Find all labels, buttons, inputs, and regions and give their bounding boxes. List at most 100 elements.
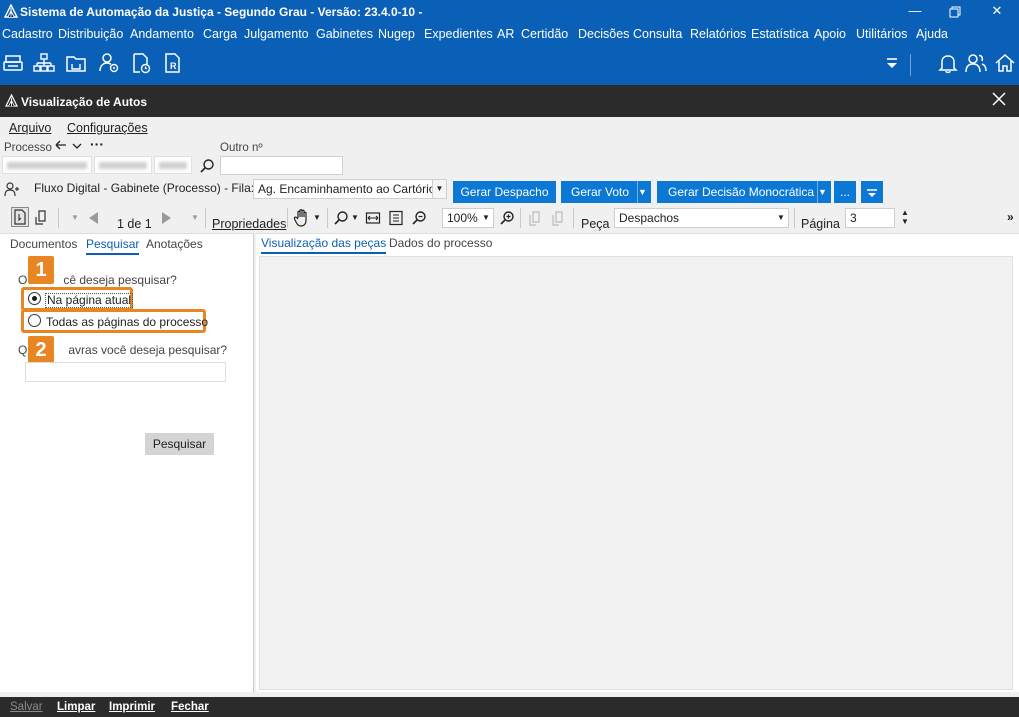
chevron-down-icon[interactable]: ▼	[432, 180, 446, 198]
peca-select[interactable]: Despachos ▼	[614, 208, 789, 228]
menu-carga[interactable]: Carga	[203, 27, 237, 41]
pagina-input[interactable]: 3	[845, 208, 895, 228]
zoom-in-icon[interactable]	[499, 210, 515, 226]
pesquisar-button[interactable]: Pesquisar	[145, 433, 214, 455]
propriedades-button[interactable]: Propriedades	[212, 217, 286, 231]
folder-inbox-icon[interactable]	[65, 52, 87, 74]
fechar-button[interactable]: Fechar	[171, 701, 209, 713]
org-chart-icon[interactable]	[33, 52, 55, 74]
processo-label: Processo	[4, 142, 52, 154]
fit-page-icon[interactable]	[388, 210, 404, 226]
menu-certidao[interactable]: Certidão	[521, 27, 568, 41]
fila-value: Ag. Encaminhamento ao Cartório	[258, 182, 436, 196]
gerar-despacho-button[interactable]: Gerar Despacho	[453, 181, 556, 203]
peca-label: Peça	[581, 217, 610, 231]
tab-documentos[interactable]: Documentos	[10, 237, 77, 251]
peca-value: Despachos	[619, 211, 680, 225]
document-viewer[interactable]	[259, 256, 1013, 690]
chevron-down-icon[interactable]: ▼	[774, 209, 788, 227]
radio-current-page-label[interactable]: Na página atual	[45, 293, 134, 308]
zoom-out-icon[interactable]	[411, 210, 427, 226]
notification-bell-icon[interactable]	[937, 52, 959, 74]
close-icon[interactable]: ✕	[977, 0, 1017, 24]
radio-all-pages-label[interactable]: Todas as páginas do processo	[46, 315, 208, 329]
menu-nugep[interactable]: Nugep	[378, 27, 415, 41]
gerar-decisao-dropdown-icon[interactable]: ▼	[817, 181, 831, 203]
gerar-voto-dropdown-icon[interactable]: ▼	[637, 181, 651, 203]
minimize-icon[interactable]: —	[895, 0, 935, 24]
tab-pesquisar[interactable]: Pesquisar	[86, 237, 140, 255]
menu-relatorios[interactable]: Relatórios	[690, 27, 746, 41]
menu-estatistica[interactable]: Estatística	[751, 27, 809, 41]
dropdown-menu-icon[interactable]	[883, 54, 901, 72]
back-arrow-icon[interactable]	[54, 140, 68, 152]
next-page-icon[interactable]	[158, 210, 174, 226]
fila-select[interactable]: Ag. Encaminhamento ao Cartório ▼	[253, 179, 447, 199]
menu-distribuicao[interactable]: Distribuição	[58, 27, 123, 41]
outro-numero-input[interactable]	[220, 156, 343, 175]
processo-number-field-3[interactable]	[154, 156, 192, 174]
menu-consulta[interactable]: Consulta	[633, 27, 682, 41]
hand-tool-icon[interactable]	[293, 208, 311, 228]
search-icon[interactable]	[199, 158, 215, 174]
select-page-tool[interactable]	[11, 207, 29, 227]
chevron-down-icon[interactable]: ▼	[479, 209, 493, 227]
search-words-input[interactable]	[25, 362, 226, 382]
printer-icon[interactable]	[2, 52, 24, 74]
imprimir-button[interactable]: Imprimir	[109, 701, 155, 713]
chevron-down-icon: ▼	[71, 213, 79, 222]
more-options-icon[interactable]: ···	[90, 136, 104, 152]
menu-cadastro[interactable]: Cadastro	[2, 27, 53, 41]
menu-expedientes[interactable]: Expedientes	[424, 27, 493, 41]
tab-anotacoes[interactable]: Anotações	[146, 237, 203, 251]
gerar-decisao-label: Gerar Decisão Monocrática	[668, 185, 815, 199]
menu-decisoes[interactable]: Decisões	[578, 27, 629, 41]
collapse-button[interactable]	[861, 181, 883, 203]
menu-arquivo[interactable]: Arquivo	[9, 121, 51, 135]
more-actions-button[interactable]: ...	[834, 181, 856, 203]
zoom-select[interactable]: 100% ▼	[442, 208, 494, 228]
restore-icon[interactable]	[935, 0, 975, 24]
chevron-down-icon[interactable]: ▼	[351, 213, 359, 222]
menu-ajuda[interactable]: Ajuda	[916, 27, 948, 41]
app-title: Sistema de Automação da Justiça - Segund…	[20, 5, 423, 19]
menu-gabinetes[interactable]: Gabinetes	[316, 27, 373, 41]
previous-page-icon[interactable]	[86, 210, 102, 226]
menu-andamento[interactable]: Andamento	[130, 27, 194, 41]
radio-all-pages[interactable]	[28, 314, 41, 327]
chevron-down-icon[interactable]: ▼	[313, 213, 321, 222]
document-r-icon[interactable]: R	[162, 52, 184, 74]
menu-configuracoes[interactable]: Configurações	[67, 121, 148, 135]
step-badge-1: 1	[28, 256, 54, 284]
menu-apoio[interactable]: Apoio	[814, 27, 846, 41]
radio-current-page[interactable]	[28, 292, 41, 305]
pagina-spinner[interactable]: ▲ ▼	[899, 208, 911, 228]
home-icon[interactable]	[994, 52, 1016, 74]
insert-page-icon[interactable]	[527, 209, 545, 227]
salvar-button[interactable]: Salvar	[10, 701, 43, 713]
users-icon[interactable]	[965, 52, 987, 74]
app-logo-icon	[4, 4, 18, 18]
gerar-voto-button[interactable]: Gerar Voto ▼	[561, 181, 651, 203]
processo-number-field-2[interactable]	[94, 156, 152, 174]
page-rotate-icon[interactable]	[34, 209, 50, 227]
menu-utilitarios[interactable]: Utilitários	[856, 27, 907, 41]
zoom-value: 100%	[447, 211, 478, 225]
menu-julgamento[interactable]: Julgamento	[244, 27, 309, 41]
tab-visualizacao-pecas[interactable]: Visualização das peças	[261, 236, 387, 254]
chevron-down-icon[interactable]	[71, 141, 83, 151]
processo-number-field[interactable]	[2, 156, 92, 174]
user-settings-icon[interactable]	[98, 52, 120, 74]
window-close-icon[interactable]	[991, 91, 1007, 107]
tab-dados-processo[interactable]: Dados do processo	[389, 236, 492, 250]
limpar-button[interactable]: Limpar	[57, 701, 95, 713]
fit-width-icon[interactable]	[365, 210, 381, 226]
search-words-question-text: avras você deseja pesquisar?	[68, 343, 228, 357]
overflow-chevron-icon[interactable]: »	[1007, 210, 1014, 224]
copy-page-icon[interactable]	[550, 209, 568, 227]
gerar-decisao-button[interactable]: Gerar Decisão Monocrática ▼	[657, 181, 831, 203]
menu-ar[interactable]: AR	[497, 27, 514, 41]
find-icon[interactable]	[333, 210, 349, 226]
app-title-bar: Sistema de Automação da Justiça - Segund…	[0, 0, 1019, 24]
document-clock-icon[interactable]	[130, 52, 152, 74]
